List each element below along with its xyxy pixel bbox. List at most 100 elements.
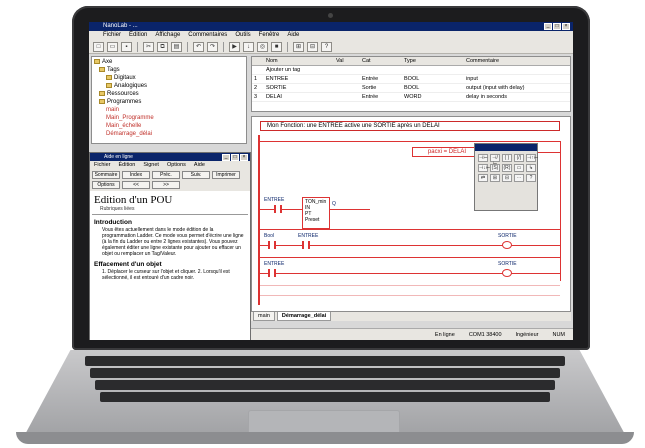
contact-label: ENTREE (298, 233, 319, 239)
minimize-button[interactable]: _ (544, 23, 552, 30)
close-button[interactable]: × (240, 154, 248, 161)
options-button[interactable]: Options (92, 181, 120, 189)
menu-view[interactable]: Affichage (155, 31, 180, 40)
palette-tool[interactable]: ⋯ (514, 174, 524, 182)
maximize-button[interactable]: □ (231, 154, 239, 161)
minimize-button[interactable]: _ (222, 154, 230, 161)
compile-icon[interactable]: ▶ (229, 41, 240, 52)
close-button[interactable]: × (562, 23, 570, 30)
tree-item[interactable]: Axe (94, 58, 244, 66)
cut-icon[interactable]: ✂ (143, 41, 154, 52)
folder-icon (94, 58, 100, 64)
previous-button[interactable]: Préc. (152, 171, 180, 179)
help-menu-item[interactable]: Édition (119, 161, 136, 169)
function-block-ton[interactable]: TON_min IN PT Preset (302, 197, 330, 229)
next-button[interactable]: Suiv. (182, 171, 210, 179)
layout-icon[interactable]: ⊞ (293, 41, 304, 52)
tree-item[interactable]: Main_échelle (94, 122, 244, 130)
coil-sortie[interactable] (502, 269, 512, 277)
tree-item[interactable]: Analogiques (94, 82, 244, 90)
tree-item[interactable]: Ressources (94, 90, 244, 98)
contact-entree[interactable] (274, 205, 282, 213)
tree-item-label: Analogiques (114, 83, 148, 89)
palette-tool[interactable]: ▭ (514, 164, 524, 172)
contact-bool[interactable] (268, 241, 276, 249)
palette-tool[interactable]: ? (526, 174, 536, 182)
table-row[interactable]: 2 SORTIE Sortie BOOL output (input with … (252, 84, 570, 93)
tree-item[interactable]: Programmes (94, 98, 244, 106)
help-menu-item[interactable]: Options (167, 161, 186, 169)
index-button[interactable]: Index (122, 171, 150, 179)
window-icon[interactable]: ⊟ (307, 41, 318, 52)
paste-icon[interactable]: ▤ (171, 41, 182, 52)
maximize-button[interactable]: □ (553, 23, 561, 30)
new-icon[interactable]: □ (93, 41, 104, 52)
rung-comment[interactable]: Mon Fonction: une ENTREE active une SORT… (260, 121, 560, 131)
palette-tool[interactable]: ⊞ (490, 174, 500, 182)
palette-tool[interactable]: (R) (502, 164, 512, 172)
table-row[interactable]: 3 DELAI Entrée WORD delay in seconds (252, 93, 570, 102)
help-menu-item[interactable]: Fichier (94, 161, 111, 169)
table-cell: BOOL (404, 85, 420, 91)
coil-sortie[interactable] (502, 241, 512, 249)
palette-tool[interactable]: (/) (514, 154, 524, 162)
palette-tool[interactable]: ⊣/⊢ (490, 154, 500, 167)
palette-tool[interactable]: ⊣↓⊢ (478, 164, 490, 172)
palette-tool[interactable]: ⊟ (502, 174, 512, 182)
contents-button[interactable]: Sommaire (92, 171, 120, 179)
table-row[interactable]: Ajouter un tag (252, 66, 570, 75)
tree-item[interactable]: Main_Programme (94, 114, 244, 122)
column-header[interactable]: Val (334, 57, 360, 65)
column-header[interactable]: Commentaire (464, 57, 570, 65)
stop-icon[interactable]: ■ (271, 41, 282, 52)
palette-tool[interactable]: (S) (490, 164, 500, 172)
undo-icon[interactable]: ↶ (193, 41, 204, 52)
fb-preset: Preset (305, 217, 320, 223)
table-cell: Entrée (362, 94, 379, 100)
save-icon[interactable]: ▪ (121, 41, 132, 52)
palette-tool[interactable]: ( ) (502, 154, 512, 162)
palette-tool[interactable]: ↳ (526, 164, 536, 172)
assignment-block[interactable]: pacxi = DELAI (412, 147, 482, 157)
tree-item[interactable]: main (94, 106, 244, 114)
related-topics-link[interactable]: Rubriques liées (92, 206, 248, 215)
copy-icon[interactable]: ⧉ (157, 41, 168, 52)
monitor-icon[interactable]: ◎ (257, 41, 268, 52)
menu-file[interactable]: Fichier (103, 31, 121, 40)
menu-window[interactable]: Fenêtre (259, 31, 280, 40)
forward-button[interactable]: >> (152, 181, 180, 189)
help-menu-item[interactable]: Aide (194, 161, 205, 169)
wire (260, 209, 274, 210)
table-cell: BOOL (404, 76, 420, 82)
column-header[interactable]: Type (402, 57, 464, 65)
help-icon[interactable]: ? (321, 41, 332, 52)
table-row[interactable]: 1 ENTREE Entrée BOOL input (252, 75, 570, 84)
menu-help[interactable]: Aide (287, 31, 299, 40)
menu-tools[interactable]: Outils (235, 31, 250, 40)
table-cell: input (466, 76, 478, 82)
tab-demarrage-delai[interactable]: Démarrage_délai (276, 312, 332, 321)
palette-titlebar[interactable] (475, 144, 537, 151)
print-button[interactable]: Imprimer (212, 171, 240, 179)
palette-tool[interactable]: ⊣↑⊢ (526, 154, 538, 162)
webcam (328, 13, 333, 18)
tab-main[interactable]: main (253, 312, 275, 321)
palette-tool[interactable]: ⇄ (478, 174, 488, 182)
menu-edit[interactable]: Édition (129, 31, 147, 40)
redo-icon[interactable]: ↷ (207, 41, 218, 52)
palette-tool[interactable]: ⊣⊢ (478, 154, 488, 162)
tree-item[interactable]: Digitaux (94, 74, 244, 82)
download-icon[interactable]: ↓ (243, 41, 254, 52)
tree-item[interactable]: Démarrage_délai (94, 130, 244, 138)
back-button[interactable]: << (122, 181, 150, 189)
help-titlebar[interactable]: Aide en ligne _ □ × (90, 153, 250, 161)
contact-entree[interactable] (268, 269, 276, 277)
column-header[interactable]: Nom (264, 57, 334, 65)
open-icon[interactable]: ▭ (107, 41, 118, 52)
contact-entree[interactable] (302, 241, 310, 249)
column-header[interactable]: Cat (360, 57, 402, 65)
menu-comments[interactable]: Commentaires (188, 31, 227, 40)
tree-item[interactable]: Tags (94, 66, 244, 74)
ladder-editor[interactable]: Mon Fonction: une ENTREE active une SORT… (251, 116, 571, 312)
help-menu-item[interactable]: Signet (143, 161, 159, 169)
